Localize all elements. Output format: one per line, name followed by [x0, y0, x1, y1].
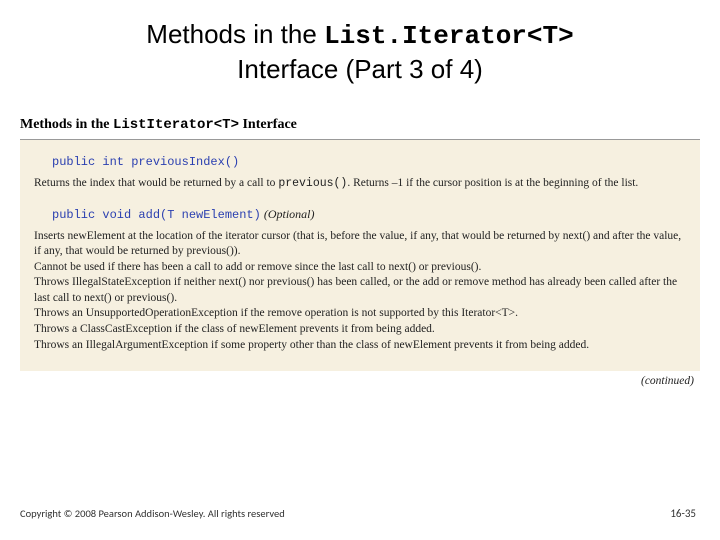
- methods-panel: Methods in the ListIterator<T> Interface…: [20, 113, 700, 387]
- panel-header-mono: ListIterator<T>: [113, 117, 239, 133]
- m2-p2: Cannot be used if there has been a call …: [34, 260, 686, 276]
- method1-signature: public int previousIndex(): [30, 148, 690, 174]
- page-number: 16-35: [670, 507, 696, 520]
- panel-body: public int previousIndex() Returns the i…: [20, 140, 700, 371]
- m2-p3: Throws IllegalStateException if neither …: [34, 275, 686, 306]
- m1-desc-b: . Returns –1 if the cursor position is a…: [347, 177, 638, 189]
- m1-desc-a: Returns the index that would be returned…: [34, 177, 278, 189]
- method2-description: Inserts newElement at the location of th…: [30, 227, 690, 361]
- panel-header: Methods in the ListIterator<T> Interface: [20, 113, 700, 140]
- panel-header-post: Interface: [239, 117, 297, 132]
- slide-title: Methods in the List.Iterator<T> Interfac…: [0, 0, 720, 85]
- method2-signature: public void add(T newElement) (Optional): [30, 200, 690, 227]
- copyright-text: Copyright © 2008 Pearson Addison-Wesley.…: [20, 507, 285, 520]
- m2-p6: Throws an IllegalArgumentException if so…: [34, 338, 686, 354]
- title-line2: Interface (Part 3 of 4): [237, 54, 483, 84]
- m2-sig: public void add(T newElement): [52, 208, 261, 222]
- title-code: List.Iterator<T>: [324, 21, 574, 51]
- slide: Methods in the List.Iterator<T> Interfac…: [0, 0, 720, 540]
- title-pre: Methods in the: [146, 19, 324, 49]
- m2-p4: Throws an UnsupportedOperationException …: [34, 306, 686, 322]
- m2-optional: (Optional): [261, 207, 315, 221]
- m1-desc-mono: previous(): [278, 177, 347, 190]
- panel-header-pre: Methods in the: [20, 117, 113, 132]
- method1-description: Returns the index that would be returned…: [30, 174, 690, 200]
- continued-label: (continued): [20, 371, 700, 387]
- m2-p5: Throws a ClassCastException if the class…: [34, 322, 686, 338]
- m2-p1: Inserts newElement at the location of th…: [34, 229, 686, 260]
